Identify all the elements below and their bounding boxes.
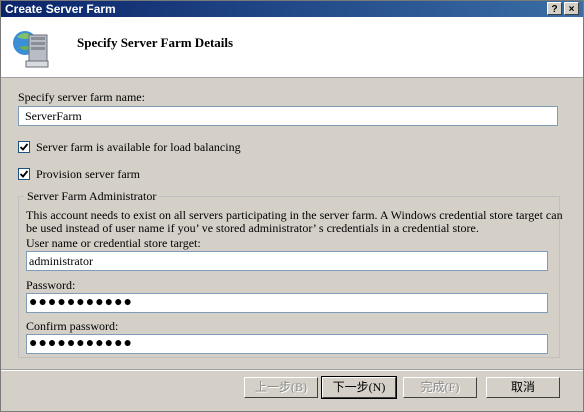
cancel-button[interactable]: 取消 [486,377,560,398]
password-label: Password: [26,278,76,292]
wizard-body: Specify server farm name: ServerFarm Ser… [1,78,583,368]
window-title: Create Server Farm [5,2,116,16]
back-button[interactable]: 上一步(B) [244,377,318,398]
help-button[interactable]: ? [547,2,562,15]
admin-description-line2: be used instead of user name if you’ ve … [26,221,479,235]
checkmark-icon [19,143,29,151]
close-button[interactable]: × [564,2,579,15]
username-input[interactable]: administrator [26,251,548,271]
checkmark-icon [19,170,29,178]
confirm-password-label: Confirm password: [26,319,119,333]
username-label: User name or credential store target: [26,236,201,250]
password-input[interactable]: ●●●●●●●●●●● [26,293,548,313]
farm-name-label: Specify server farm name: [18,90,145,104]
provision-label: Provision server farm [36,167,140,181]
finish-button[interactable]: 完成(F) [403,377,477,398]
provision-checkbox[interactable] [18,168,30,180]
create-server-farm-dialog: Create Server Farm ? × Specify Server Fa… [0,0,584,412]
title-bar: Create Server Farm ? × [1,1,583,17]
administrator-group-legend: Server Farm Administrator [24,189,160,204]
button-separator [1,369,583,371]
farm-name-input[interactable]: ServerFarm [18,106,558,126]
page-title: Specify Server Farm Details [77,35,234,50]
confirm-password-input[interactable]: ●●●●●●●●●●● [26,334,548,354]
load-balancing-checkbox[interactable] [18,141,30,153]
load-balancing-label: Server farm is available for load balanc… [36,140,241,154]
server-computer-icon [13,31,49,68]
next-button[interactable]: 下一步(N) [321,376,397,399]
wizard-header: Specify Server Farm Details [1,17,583,78]
